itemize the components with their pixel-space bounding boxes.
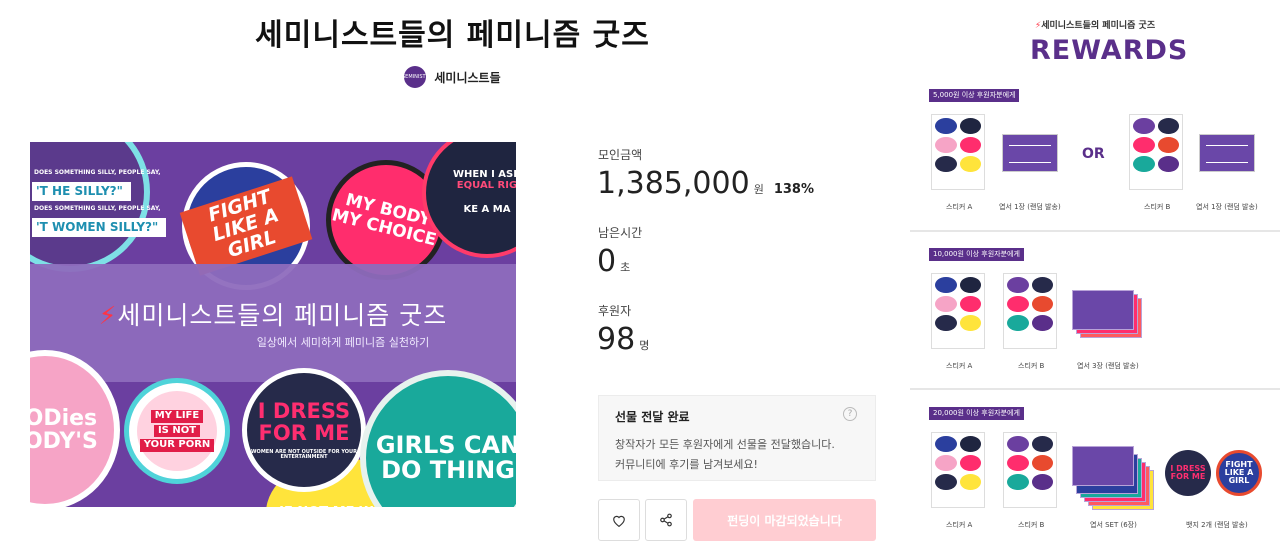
share-button[interactable] <box>645 499 687 541</box>
notice-line-1: 창작자가 모든 후원자에게 선물을 전달했습니다. <box>615 438 835 451</box>
page-title: 세미니스트들의 페미니즘 굿즈 <box>255 18 650 53</box>
sticker-i-dress-for-me: I DRESS FOR ME WOMEN ARE NOT OUTSIDE FOR … <box>242 368 366 492</box>
badge-i-dress-for-me: I DRESS FOR ME <box>1165 450 1211 496</box>
divider <box>910 230 1280 232</box>
notice-title: 선물 전달 완료 <box>615 410 690 424</box>
rewards-subtitle: ⚡세미니스트들의 페미니즘 굿즈 <box>1034 21 1156 31</box>
share-icon <box>660 513 672 527</box>
sticker-sheet-a <box>931 432 985 508</box>
sticker-sheet-b <box>1003 273 1057 349</box>
banner-title: ⚡세미니스트들의 페미니즘 굿즈 <box>98 301 448 330</box>
banner-subtitle: 일상에서 세미하게 페미니즘 실천하기 <box>256 336 430 349</box>
heart-icon <box>613 515 625 527</box>
creator-name: 세미니스트들 <box>434 70 501 85</box>
backers-value: 98 명 <box>597 322 650 357</box>
or-label: OR <box>1082 146 1105 162</box>
like-button[interactable] <box>598 499 640 541</box>
sticker-sheet-a <box>931 114 985 190</box>
rewards-title: REWARDS <box>1030 35 1189 66</box>
tier-2-tag: 10,000원 이상 후원자분에게 <box>929 248 1024 261</box>
sticker-sheet-b <box>1129 114 1183 190</box>
time-label: 남은시간 <box>598 226 643 240</box>
tier-1-tag: 5,000원 이상 후원자분에게 <box>929 89 1020 102</box>
sticker-my-life-is-not-your-porn: MY LIFE IS NOT YOUR PORN <box>124 378 230 484</box>
notice-line-2: 커뮤니티에 후기를 남겨보세요! <box>615 458 758 471</box>
sticker-girls-can-do-anything: GIRLS CAN DO THING <box>360 370 516 507</box>
sticker-sheet-b <box>1003 432 1057 508</box>
amount-label: 모인금액 <box>598 148 643 162</box>
creator-link[interactable]: SEMINISTS 세미니스트들 <box>0 66 905 88</box>
divider <box>910 388 1280 390</box>
amount-value: 1,385,000 원 138% <box>597 166 814 201</box>
funding-closed-button[interactable]: 펀딩이 마감되었습니다 <box>693 499 876 541</box>
funding-percent: 138% <box>773 182 814 197</box>
postcard <box>1199 134 1255 172</box>
project-main-image: DOES SOMETHING SILLY, PEOPLE SAY, 'T HE … <box>30 142 516 507</box>
delivery-notice: 선물 전달 완료 ? 창작자가 모든 후원자에게 선물을 전달했습니다. 커뮤니… <box>598 395 876 481</box>
tier-3-tag: 20,000원 이상 후원자분에게 <box>929 407 1024 420</box>
sticker-quote: DOES SOMETHING SILLY, PEOPLE SAY, 'T HE … <box>30 142 167 272</box>
postcard <box>1002 134 1058 172</box>
avatar: SEMINISTS <box>402 66 429 88</box>
time-value: 0초 <box>597 244 631 279</box>
badge-fight-like-a-girl: FIGHT LIKE A GIRL <box>1216 450 1262 496</box>
sticker-sheet-a <box>931 273 985 349</box>
rewards-header: ⚡세미니스트들의 페미니즘 굿즈 REWARDS <box>1030 18 1189 66</box>
bolt-icon: ⚡ <box>98 301 118 330</box>
backers-label: 후원자 <box>598 304 632 318</box>
help-icon[interactable]: ? <box>843 407 857 421</box>
